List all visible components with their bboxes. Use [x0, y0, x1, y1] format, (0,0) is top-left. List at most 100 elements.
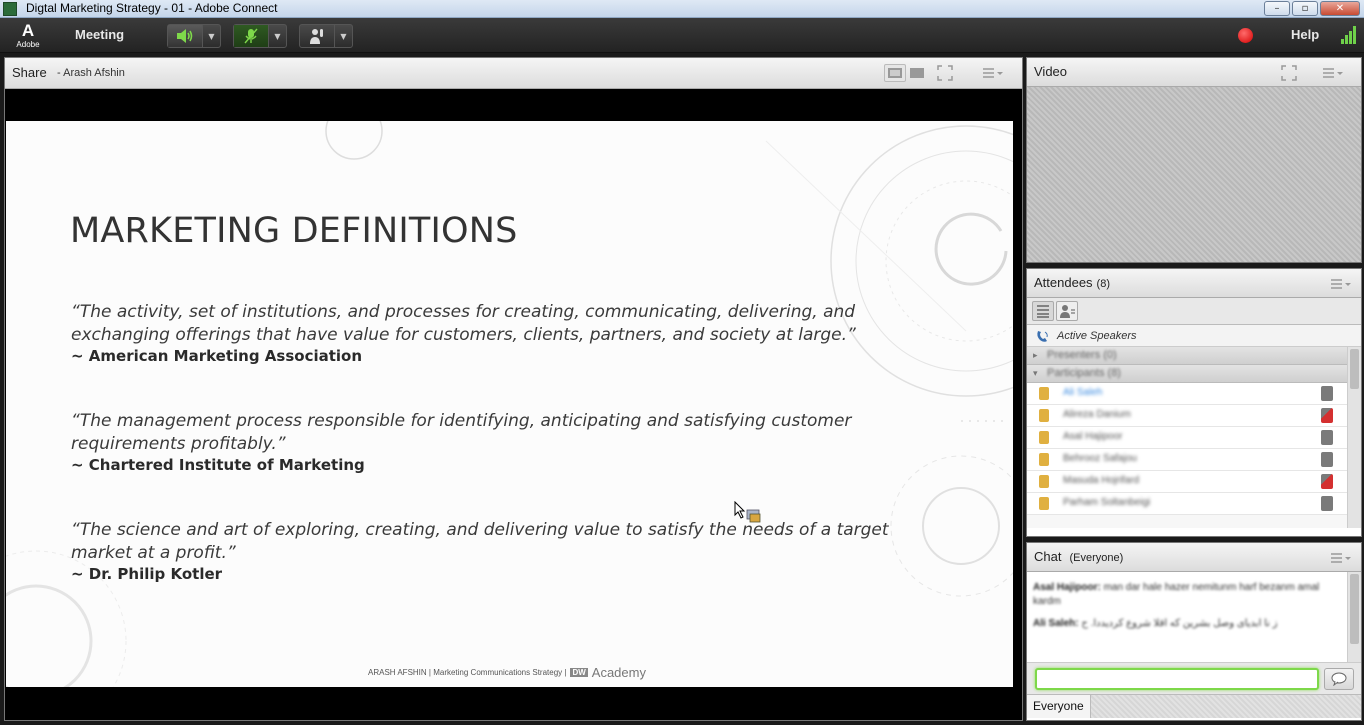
pod-menu-icon: [1331, 553, 1351, 563]
chevron-down-icon: ▼: [274, 31, 281, 41]
attendee-row[interactable]: Parham Soltanbeigi: [1027, 493, 1361, 515]
adobe-logo-text: Adobe: [16, 40, 40, 49]
microphone-control[interactable]: ▼: [233, 24, 287, 48]
presenters-group[interactable]: Presenters (0): [1027, 347, 1361, 365]
window-controls: – ▫ ✕: [1264, 1, 1360, 16]
lock-icon: [1039, 387, 1049, 400]
fullscreen-icon: [1281, 65, 1297, 81]
mic-status-icon: [1321, 474, 1333, 489]
chat-pod-header: Chat (Everyone): [1027, 543, 1361, 572]
slide-decoration: [6, 121, 1013, 687]
microphone-button[interactable]: [234, 25, 268, 47]
slide-heading: MARKETING DEFINITIONS: [70, 211, 518, 251]
share-presenter-name: - Arash Afshin: [57, 67, 125, 79]
meeting-menu[interactable]: Meeting: [75, 27, 124, 42]
attendee-name: Masuda Hojrifard: [1063, 475, 1140, 486]
quote-1: “The activity, set of institutions, and …: [71, 302, 856, 345]
raise-hand-button[interactable]: [300, 25, 334, 47]
status-control[interactable]: ▼: [299, 24, 353, 48]
fit-width-icon: [888, 68, 902, 78]
share-pod-menu-button[interactable]: [980, 64, 1006, 82]
attendees-title-text: Attendees: [1034, 275, 1093, 290]
attendee-row[interactable]: Alireza Danium: [1027, 405, 1361, 427]
chat-pod-menu-button[interactable]: [1328, 549, 1354, 567]
video-pod-menu-button[interactable]: [1320, 64, 1346, 82]
active-speakers-bar: Active Speakers: [1027, 325, 1361, 347]
chat-tools: [1328, 549, 1354, 567]
adobe-logo-mark: A: [21, 21, 35, 40]
adobe-logo: A Adobe: [14, 22, 42, 50]
attendee-name: Parham Soltanbeigi: [1063, 497, 1151, 508]
video-area: [1027, 87, 1361, 262]
mic-status-icon: [1321, 496, 1333, 511]
speaker-button[interactable]: [168, 25, 202, 47]
video-tools: [1278, 64, 1346, 82]
group-label: Presenters (0): [1047, 349, 1117, 361]
attendees-count: (8): [1096, 278, 1110, 290]
share-pod: Share - Arash Afshin MARKETING DEFINITIO…: [4, 57, 1023, 721]
chat-recipient-tab[interactable]: Everyone: [1027, 695, 1091, 718]
chat-message: Ali Saleh: ز نا ابدیای وصل بشرین که اقلا…: [1033, 617, 1339, 631]
app-window: Digtal Marketing Strategy - 01 - Adobe C…: [0, 0, 1364, 725]
microphone-options-button[interactable]: ▼: [268, 25, 286, 47]
attendee-row[interactable]: Masuda Hojrifard: [1027, 471, 1361, 493]
send-message-button[interactable]: [1324, 668, 1354, 690]
list-view-tab[interactable]: [1032, 301, 1054, 321]
chat-pod: Chat (Everyone) Asal Hajipoor: man dar ha…: [1026, 542, 1362, 721]
fit-width-button[interactable]: [884, 64, 906, 82]
attendee-scrollbar[interactable]: [1347, 347, 1361, 528]
attendee-list: Presenters (0) Participants (8) Ali Sale…: [1027, 347, 1361, 528]
participants-group[interactable]: Participants (8): [1027, 365, 1361, 383]
chevron-down-icon: ▼: [208, 31, 215, 41]
people-icon: [1060, 305, 1075, 318]
mic-status-icon: [1321, 386, 1333, 401]
lock-icon: [1039, 453, 1049, 466]
video-pod-header: Video: [1027, 58, 1361, 87]
slide-footer: ARASH AFSHIN | Marketing Communications …: [368, 665, 646, 680]
status-view-tab[interactable]: [1056, 301, 1078, 321]
attendee-name: Behrooz Safajou: [1063, 453, 1137, 464]
attendee-row[interactable]: Ali Saleh: [1027, 383, 1361, 405]
academy-logo: Academy: [591, 665, 646, 680]
attendee-row[interactable]: Asal Hajipoor: [1027, 427, 1361, 449]
menu-bar: A Adobe Meeting ▼ ▼ ▼ Help: [0, 18, 1364, 53]
quote-2-source: ~ Chartered Institute of Marketing: [71, 456, 365, 474]
attendee-view-tabs: [1027, 298, 1361, 325]
mouse-pointer-icon: [734, 501, 761, 523]
quote-2: “The management process responsible for …: [71, 411, 852, 454]
dw-logo: DW: [570, 668, 588, 677]
window-title: Digtal Marketing Strategy - 01 - Adobe C…: [26, 1, 278, 15]
actual-size-button[interactable]: [906, 64, 928, 82]
slide-footer-text: ARASH AFSHIN | Marketing Communications …: [368, 668, 567, 677]
attendees-tools: [1328, 275, 1354, 293]
status-options-button[interactable]: ▼: [334, 25, 352, 47]
video-fullscreen-button[interactable]: [1278, 64, 1300, 82]
lock-icon: [1039, 497, 1049, 510]
mic-status-icon: [1321, 452, 1333, 467]
chat-author: Ali Saleh:: [1033, 618, 1079, 629]
list-view-icon: [1037, 305, 1049, 318]
chat-scope-label: (Everyone): [1069, 552, 1124, 564]
scrollbar-thumb[interactable]: [1350, 574, 1359, 644]
attendee-row[interactable]: Behrooz Safajou: [1027, 449, 1361, 471]
chat-pod-title: Chat (Everyone): [1034, 549, 1123, 564]
chat-input-row: [1027, 662, 1361, 694]
chat-footer: Everyone: [1027, 694, 1361, 718]
speaker-control[interactable]: ▼: [167, 24, 221, 48]
raise-hand-icon: [310, 29, 323, 44]
mic-status-icon: [1321, 430, 1333, 445]
record-icon[interactable]: [1238, 28, 1253, 43]
scrollbar-thumb[interactable]: [1350, 349, 1359, 389]
lock-icon: [1039, 409, 1049, 422]
help-menu[interactable]: Help: [1291, 27, 1319, 42]
fullscreen-button[interactable]: [934, 64, 956, 82]
attendees-pod-menu-button[interactable]: [1328, 275, 1354, 293]
close-button[interactable]: ✕: [1320, 1, 1360, 16]
minimize-button[interactable]: –: [1264, 1, 1290, 16]
quote-3: “The science and art of exploring, creat…: [71, 520, 889, 563]
maximize-button[interactable]: ▫: [1292, 1, 1318, 16]
share-pod-title: Share: [12, 65, 47, 80]
speaker-options-button[interactable]: ▼: [202, 25, 220, 47]
chat-scrollbar[interactable]: [1347, 572, 1361, 662]
chat-input[interactable]: [1035, 668, 1319, 690]
